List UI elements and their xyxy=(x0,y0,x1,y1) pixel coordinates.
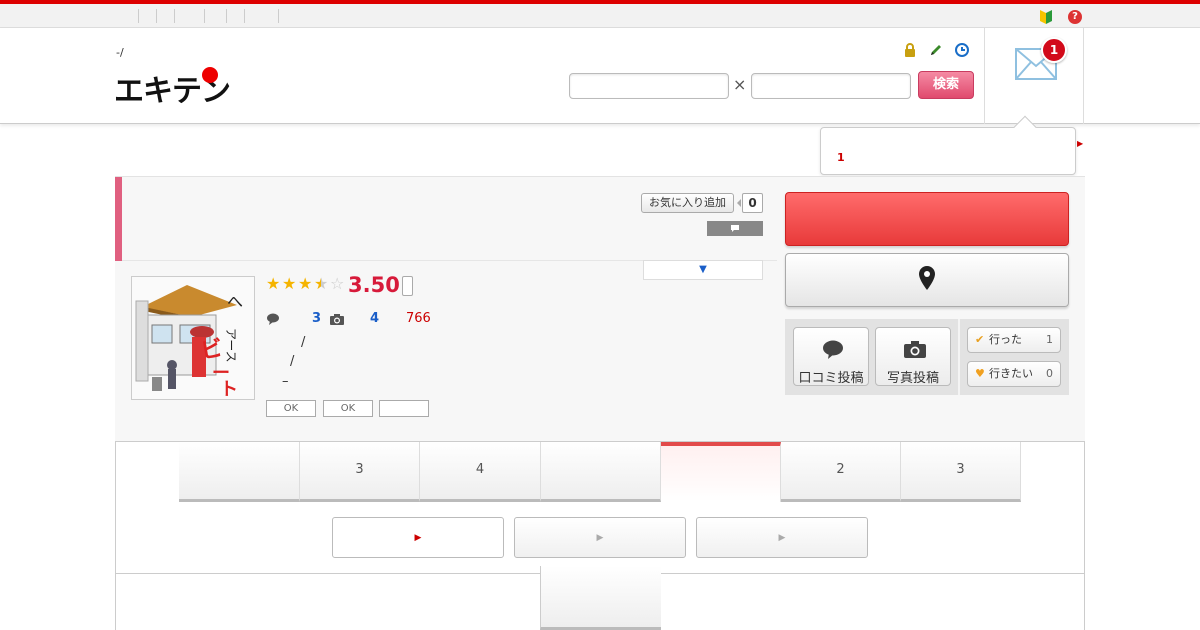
add-favorite-button[interactable]: お気に入り追加 xyxy=(641,193,734,213)
star-full-icon: ★ xyxy=(282,274,297,293)
heart-icon: ♥ xyxy=(975,367,985,380)
top-utility-bar: ? xyxy=(0,0,1200,28)
map-button[interactable] xyxy=(785,253,1069,307)
review-post-button[interactable]: 口コミ投稿 xyxy=(793,327,869,386)
speech-bubble-icon xyxy=(823,340,843,359)
visited-count: 1 xyxy=(1046,333,1053,346)
ok-button-2[interactable]: OK xyxy=(323,400,373,417)
check-icon: ✔ xyxy=(975,333,985,346)
info-line-3: – xyxy=(282,374,289,389)
logo-dot xyxy=(202,67,218,83)
expand-toggle[interactable]: ▼ xyxy=(643,260,763,280)
popup-caret-icon: ▶ xyxy=(1077,139,1084,148)
tab-3[interactable]: 4 xyxy=(420,442,541,502)
search-joiner: × xyxy=(733,75,747,94)
search-area-input[interactable] xyxy=(751,73,911,99)
tab-4[interactable] xyxy=(541,442,661,502)
photo-post-label: 写真投稿 xyxy=(886,371,939,386)
sub-tab[interactable] xyxy=(540,566,661,630)
star-full-icon: ★ xyxy=(298,274,313,293)
want-to-go-button[interactable]: ♥ 行きたい 0 xyxy=(967,361,1061,387)
info-line-2: / xyxy=(290,354,295,369)
svg-text:ビ: ビ xyxy=(199,336,225,364)
post-actions-area: 口コミ投稿 写真投稿 ✔ 行った 1 ♥ 行きたい 0 xyxy=(785,319,1069,395)
sub-pill-1[interactable]: ▶ xyxy=(332,517,504,558)
tab-5-active[interactable] xyxy=(661,442,781,502)
header-subtitle: -/ xyxy=(116,46,124,59)
search-keyword-input[interactable] xyxy=(569,73,729,99)
review-post-label: 口コミ投稿 xyxy=(798,371,864,386)
tab-7[interactable]: 3 xyxy=(901,442,1021,502)
want-to-go-label: 行きたい xyxy=(989,367,1033,380)
site-header: -/ エキテン × 検索 1 xyxy=(0,28,1200,124)
info-line-1: / xyxy=(301,335,306,350)
ok-button-1[interactable]: OK xyxy=(266,400,316,417)
actions-separator xyxy=(958,319,960,395)
shop-title-accent xyxy=(115,177,122,261)
speech-bubble-icon xyxy=(731,225,739,232)
rating-score: 3.50 xyxy=(348,273,400,297)
favorite-count: 0 xyxy=(737,193,763,213)
camera-icon xyxy=(330,314,344,325)
shop-photo-image: へ アース ビ ー ト xyxy=(132,277,254,400)
search-button[interactable]: 検索 xyxy=(918,71,974,99)
lock-icon[interactable] xyxy=(902,42,918,58)
photo-count[interactable]: 4 xyxy=(370,311,379,326)
comment-badge xyxy=(707,221,763,236)
notification-count: 1 xyxy=(837,151,845,164)
star-half-icon: ★ xyxy=(314,274,329,293)
svg-text:アース: アース xyxy=(224,328,238,363)
ok-button-3[interactable] xyxy=(379,400,429,417)
photo-post-button[interactable]: 写真投稿 xyxy=(875,327,951,386)
review-count[interactable]: 3 xyxy=(312,311,321,326)
camera-icon xyxy=(904,341,926,358)
svg-text:へ: へ xyxy=(227,292,243,311)
visited-label: 行った xyxy=(989,333,1022,346)
shop-thumbnail[interactable]: へ アース ビ ー ト xyxy=(131,276,255,400)
star-full-icon: ★ xyxy=(266,274,281,293)
shop-tabs-panel: 3 4 2 3 ▶ ▶ ▶ xyxy=(115,441,1085,574)
star-empty-icon: ☆ xyxy=(330,274,345,293)
visited-button[interactable]: ✔ 行った 1 xyxy=(967,327,1061,353)
notification-popup[interactable]: 1 xyxy=(820,115,1076,175)
tab-6[interactable]: 2 xyxy=(781,442,901,502)
primary-action-button[interactable] xyxy=(785,192,1069,246)
pencil-icon[interactable] xyxy=(928,42,944,58)
review-bubble-icon xyxy=(267,313,279,325)
mail-count-badge: 1 xyxy=(1041,37,1067,63)
map-pin-icon xyxy=(919,266,935,290)
help-icon[interactable]: ? xyxy=(1068,10,1082,24)
history-icon[interactable] xyxy=(954,42,970,58)
want-to-go-count: 0 xyxy=(1046,367,1053,380)
tab-1[interactable] xyxy=(179,442,300,502)
rating-info-box[interactable] xyxy=(402,276,413,296)
beginner-mark-icon[interactable] xyxy=(1040,10,1052,24)
mail-notification-box[interactable]: 1 xyxy=(984,28,1084,124)
svg-text:ト: ト xyxy=(220,379,238,400)
tab-2[interactable]: 3 xyxy=(300,442,420,502)
sub-pill-3[interactable]: ▶ xyxy=(696,517,868,558)
sub-pill-2[interactable]: ▶ xyxy=(514,517,686,558)
access-count: 766 xyxy=(406,311,431,326)
